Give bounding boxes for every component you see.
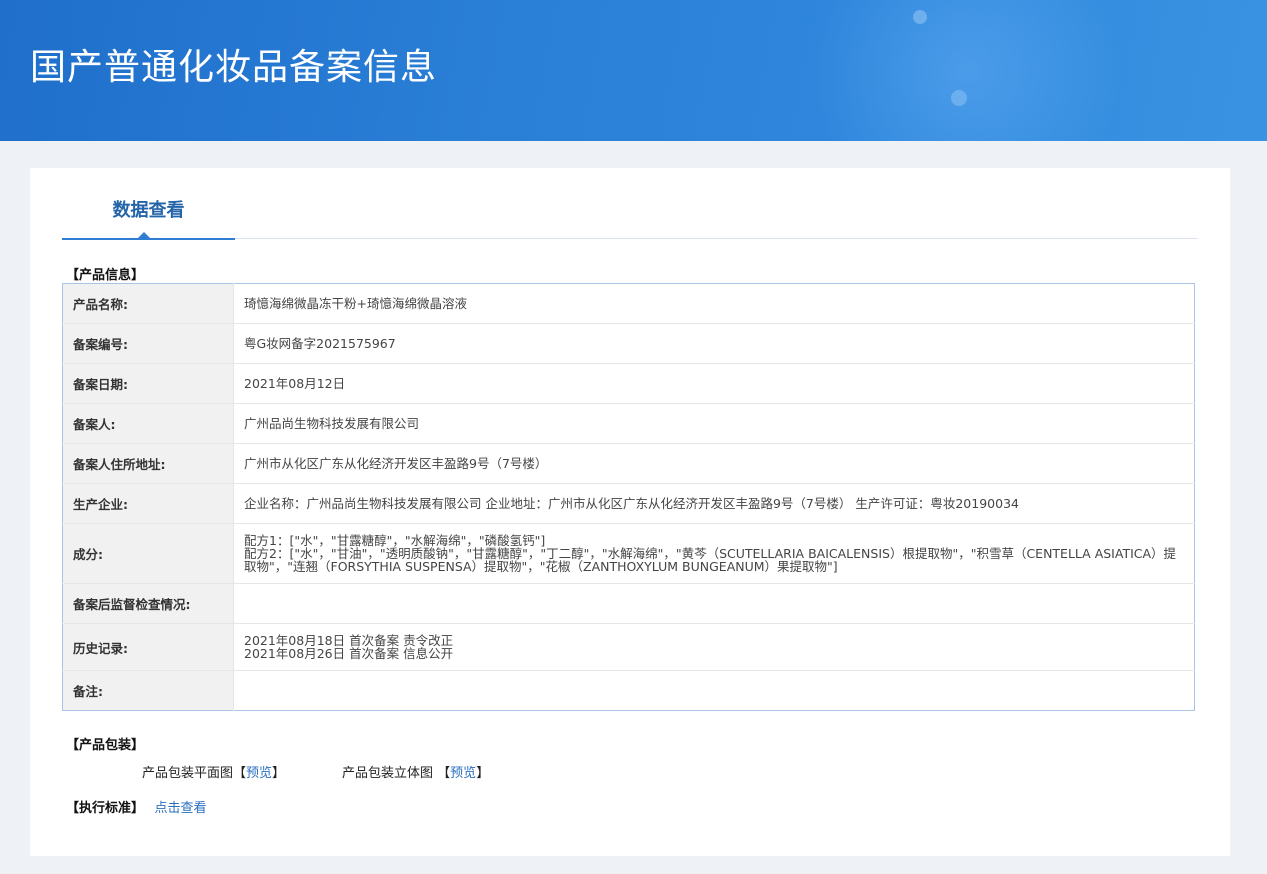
bracket: 【: [437, 766, 451, 781]
bracket: 】: [476, 766, 490, 781]
table-row: 备案日期: 2021年08月12日: [62, 363, 1195, 404]
table-row: 备案人: 广州品尚生物科技发展有限公司: [62, 403, 1195, 444]
table-row: 成分: 配方1：["水"，"甘露糖醇"，"水解海绵"，"磷酸氢钙"] 配方2：[…: [62, 523, 1195, 584]
row-label: 备案人住所地址:: [62, 443, 234, 484]
row-label: 历史记录:: [62, 623, 234, 671]
section-title-packaging: 【产品包装】: [66, 738, 145, 753]
table-row: 生产企业: 企业名称：广州品尚生物科技发展有限公司 企业地址：广州市从化区广东从…: [62, 483, 1195, 524]
page-title: 国产普通化妆品备案信息: [30, 47, 438, 88]
table-row: 备注:: [62, 670, 1195, 711]
supervision-value: [233, 583, 1195, 624]
product-info-table: 产品名称: 琦憶海绵微晶冻干粉+琦憶海绵微晶溶液 备案编号: 粤G妆网备字202…: [62, 283, 1195, 711]
row-label: 产品名称:: [62, 283, 234, 324]
section-title-standard: 【执行标准】: [66, 801, 145, 816]
table-row: 产品名称: 琦憶海绵微晶冻干粉+琦憶海绵微晶溶液: [62, 283, 1195, 324]
banner-decoration: [951, 90, 967, 106]
banner-decoration: [787, 0, 1147, 141]
row-label: 备案人:: [62, 403, 234, 444]
tab-active-caret-icon: [138, 232, 150, 238]
content-card: 数据查看 【产品信息】 产品名称: 琦憶海绵微晶冻干粉+琦憶海绵微晶溶液 备案编…: [30, 168, 1230, 856]
row-label: 备注:: [62, 670, 234, 711]
tab-bar: 数据查看: [62, 168, 1198, 240]
preview-solid-link[interactable]: 预览: [450, 766, 476, 781]
standard-row: 【执行标准】 点击查看: [66, 797, 207, 816]
table-row: 备案人住所地址: 广州市从化区广东从化经济开发区丰盈路9号（7号楼）: [62, 443, 1195, 484]
view-standard-link[interactable]: 点击查看: [155, 801, 207, 816]
bracket: 】: [272, 766, 286, 781]
table-row: 备案编号: 粤G妆网备字2021575967: [62, 323, 1195, 364]
manufacturer-value: 企业名称：广州品尚生物科技发展有限公司 企业地址：广州市从化区广东从化经济开发区…: [233, 483, 1195, 524]
row-label: 备案后监督检查情况:: [62, 583, 234, 624]
registrant-value: 广州品尚生物科技发展有限公司: [233, 403, 1195, 444]
record-date-value: 2021年08月12日: [233, 363, 1195, 404]
history-value: 2021年08月18日 首次备案 责令改正 2021年08月26日 首次备案 信…: [233, 623, 1195, 671]
packaging-solid-label: 产品包装立体图: [342, 766, 434, 781]
banner-decoration: [913, 10, 927, 24]
row-label: 备案编号:: [62, 323, 234, 364]
ingredients-value: 配方1：["水"，"甘露糖醇"，"水解海绵"，"磷酸氢钙"] 配方2：["水"，…: [233, 523, 1195, 584]
table-row: 历史记录: 2021年08月18日 首次备案 责令改正 2021年08月26日 …: [62, 623, 1195, 671]
record-number-value: 粤G妆网备字2021575967: [233, 323, 1195, 364]
packaging-flat: 产品包装平面图【预览】: [142, 762, 285, 781]
product-name-value: 琦憶海绵微晶冻干粉+琦憶海绵微晶溶液: [233, 283, 1195, 324]
history-line: 2021年08月26日 首次备案 信息公开: [244, 646, 454, 661]
section-title-product-info: 【产品信息】: [66, 268, 145, 283]
header-banner: 国产普通化妆品备案信息: [0, 0, 1267, 141]
packaging-flat-label: 产品包装平面图: [142, 766, 234, 781]
remark-value: [234, 671, 1195, 711]
preview-flat-link[interactable]: 预览: [246, 766, 272, 781]
row-label: 生产企业:: [62, 483, 234, 524]
packaging-solid: 产品包装立体图 【预览】: [342, 762, 489, 781]
ingredients-line: 配方2：["水"，"甘油"，"透明质酸钠"，"甘露糖醇"，"丁二醇"，"水解海绵…: [244, 546, 1177, 574]
table-row: 备案后监督检查情况:: [62, 583, 1195, 624]
bracket: 【: [233, 766, 247, 781]
row-label: 备案日期:: [62, 363, 234, 404]
row-label: 成分:: [62, 523, 234, 584]
registrant-address-value: 广州市从化区广东从化经济开发区丰盈路9号（7号楼）: [233, 443, 1195, 484]
